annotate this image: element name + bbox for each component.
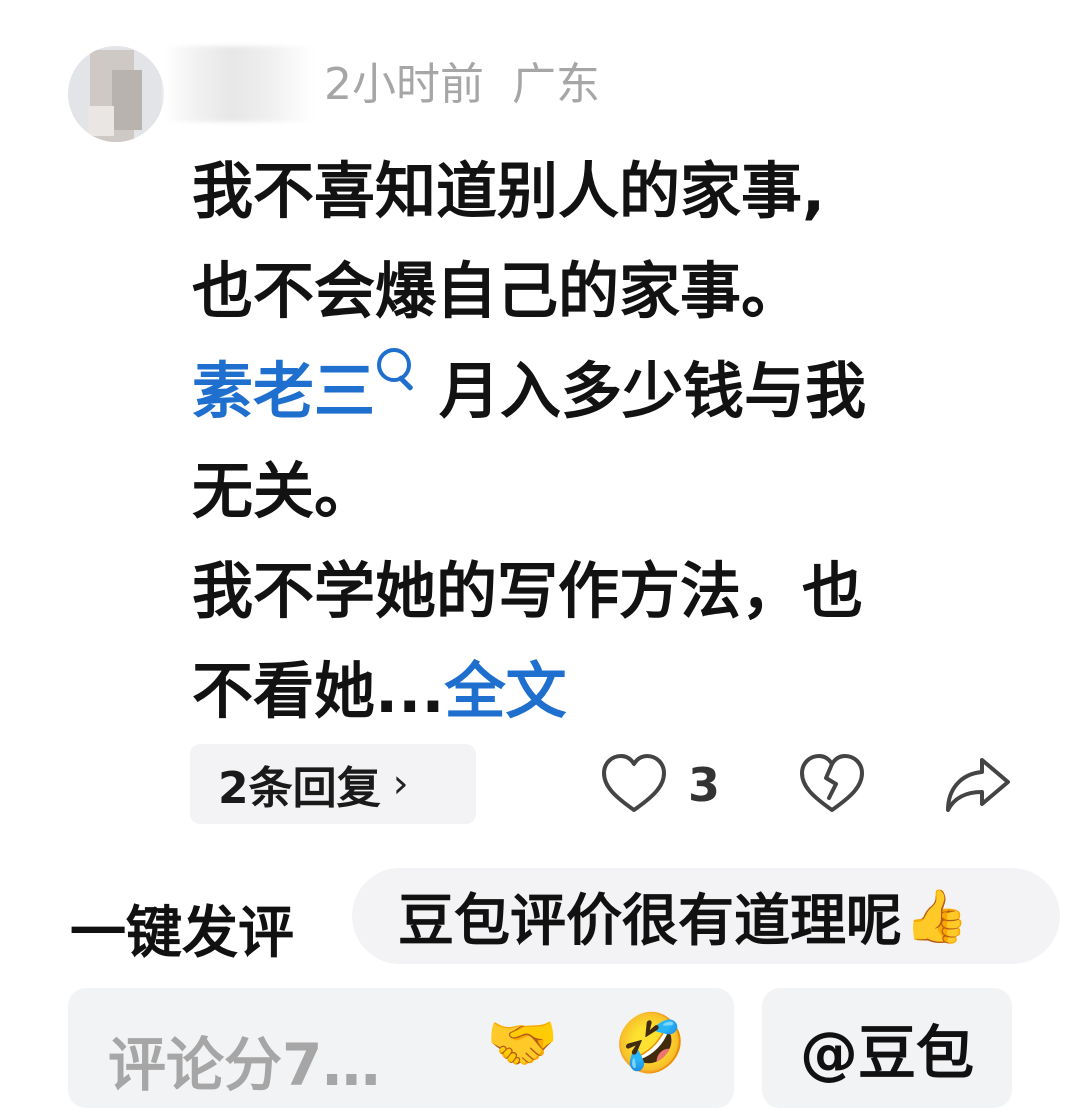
laughing-emoji-icon[interactable]: 🤣 xyxy=(614,1010,686,1076)
like-count: 3 xyxy=(688,758,721,812)
comment-time: 2小时前 xyxy=(324,59,484,110)
suggestion-text: 豆包评价很有道理呢 xyxy=(398,888,902,954)
username-blurred[interactable] xyxy=(164,46,314,122)
replies-label: 2条回复 xyxy=(218,763,381,814)
comment-input-placeholder: 评论分7… xyxy=(108,1031,381,1099)
expand-full-text-link[interactable]: 全文 xyxy=(445,656,567,727)
comment-line-text: 月入多少钱与我 xyxy=(439,356,867,427)
comment-input[interactable]: 评论分7… 🤝 🤣 xyxy=(68,988,734,1108)
handshake-emoji-icon[interactable]: 🤝 xyxy=(486,1010,558,1076)
comment-line: 素老三 月入多少钱与我 xyxy=(192,342,992,442)
heart-icon[interactable] xyxy=(600,752,668,816)
comment-line: 我不学她的写作方法，也 xyxy=(192,556,864,627)
ask-doubao-button[interactable]: @豆包 xyxy=(762,988,1012,1108)
comment-line: 无关。 xyxy=(192,456,376,527)
thumbs-up-icon: 👍 xyxy=(904,886,969,947)
chevron-right-icon: › xyxy=(392,761,409,807)
comment-line-text: 不看她... xyxy=(192,656,445,727)
comment-location: 广东 xyxy=(512,59,600,110)
quick-comment-label: 一键发评 xyxy=(70,901,294,966)
comment-line: 不看她...全文 xyxy=(192,642,992,742)
comment-line: 也不会爆自己的家事。 xyxy=(192,256,803,327)
comment-line: 我不喜知道别人的家事, xyxy=(192,156,826,227)
user-avatar[interactable] xyxy=(68,46,164,142)
comment-text: 我不喜知道别人的家事, 也不会爆自己的家事。 素老三 月入多少钱与我 无关。 我不… xyxy=(192,142,992,742)
share-icon[interactable] xyxy=(942,752,1014,816)
mention-link[interactable]: 素老三 xyxy=(192,356,375,427)
comment-meta: 2小时前 广东 xyxy=(324,58,600,112)
view-replies-button[interactable]: 2条回复 › xyxy=(190,744,476,824)
search-icon[interactable] xyxy=(375,348,419,398)
broken-heart-icon[interactable] xyxy=(798,752,866,816)
quick-comment-suggestion[interactable]: 豆包评价很有道理呢 👍 xyxy=(352,868,1060,964)
